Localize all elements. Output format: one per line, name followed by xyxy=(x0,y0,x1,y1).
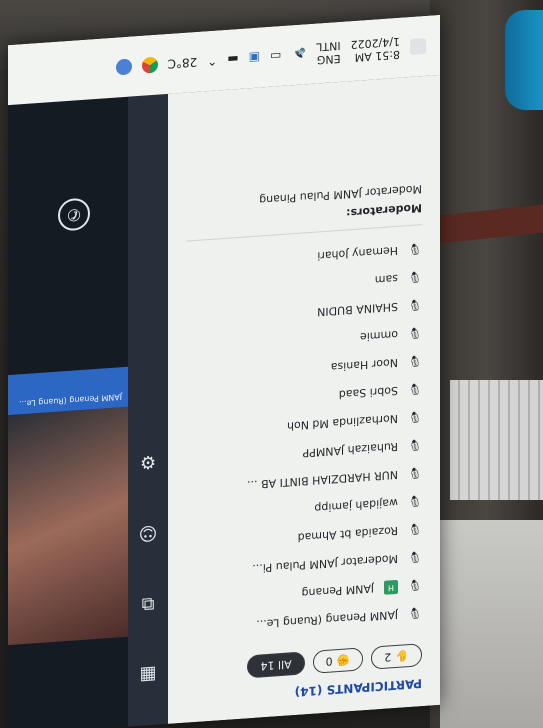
participant-name: JANM Penang xyxy=(301,582,374,601)
settings-icon[interactable]: ⚙ xyxy=(140,451,156,473)
mic-muted-icon: 🎙 xyxy=(408,606,422,621)
raised-hand-icon: ✋ xyxy=(395,649,409,664)
lang-sub-text: INTL xyxy=(316,38,341,54)
mic-icon: 🎙 xyxy=(408,578,422,593)
bluetooth-icon[interactable]: ▣ xyxy=(249,50,260,65)
volume-icon[interactable]: 🔈 xyxy=(291,47,306,62)
host-badge-icon: H xyxy=(384,579,398,595)
clock[interactable]: 8:51 AM 1/4/2022 xyxy=(351,35,400,65)
mic-muted-icon: 🎙 xyxy=(408,466,422,481)
mic-muted-icon: 🎙 xyxy=(408,326,422,341)
mic-muted-icon: 🎙 xyxy=(408,298,422,313)
chrome-icon[interactable] xyxy=(141,56,158,74)
mic-muted-icon: 🎙 xyxy=(408,270,422,285)
filter-hands[interactable]: ✊ 0 xyxy=(312,647,364,674)
participants-panel: PARTICIPANTS (14) ✋ 2 ✊ 0 All 14 🎙 JANM … xyxy=(168,74,440,724)
window-blinds xyxy=(450,380,543,500)
mic-muted-icon: 🎙 xyxy=(408,410,422,425)
layout-icon[interactable]: ▦ xyxy=(140,664,157,686)
filter-all[interactable]: All 14 xyxy=(247,651,305,679)
mic-muted-icon: 🎙 xyxy=(408,438,422,453)
floor xyxy=(440,520,543,728)
lang-text: ENG xyxy=(316,52,341,67)
participants-icon[interactable]: ☺ xyxy=(139,522,158,544)
video-area: JANM Penang (Ruang Le... ✆ xyxy=(8,96,128,728)
chevron-up-icon[interactable]: ⌃ xyxy=(207,53,217,68)
video-feed xyxy=(8,406,128,646)
battery-icon[interactable]: ▬ xyxy=(227,52,238,67)
video-label-bar: JANM Penang (Ruang Le... xyxy=(8,366,128,416)
filter-label: 0 xyxy=(325,654,333,668)
weather-temp[interactable]: 28°C xyxy=(168,55,198,71)
end-call-button[interactable]: ✆ xyxy=(58,197,90,232)
filter-label: 2 xyxy=(384,650,392,664)
hand-icon: ✊ xyxy=(336,653,351,668)
filter-label: All 14 xyxy=(260,657,292,673)
projected-screen: PARTICIPANTS (14) ✋ 2 ✊ 0 All 14 🎙 JANM … xyxy=(8,14,440,728)
mic-icon: 🎙 xyxy=(408,242,422,257)
mic-muted-icon: 🎙 xyxy=(408,494,422,509)
mic-muted-icon: 🎙 xyxy=(408,354,422,369)
meeting-window: PARTICIPANTS (14) ✋ 2 ✊ 0 All 14 🎙 JANM … xyxy=(8,74,440,728)
participants-header: PARTICIPANTS (14) xyxy=(294,676,422,700)
participant-list: 🎙 JANM Penang (Ruang Le... 🎙 H JANM Pena… xyxy=(186,235,422,644)
network-icon[interactable]: ▭ xyxy=(270,49,281,64)
participant-filters: ✋ 2 ✊ 0 All 14 xyxy=(186,643,422,683)
lamp xyxy=(505,10,543,110)
mic-muted-icon: 🎙 xyxy=(408,522,422,537)
filter-raised-hands[interactable]: ✋ 2 xyxy=(371,643,422,670)
app-icon[interactable] xyxy=(115,58,132,76)
notification-icon[interactable] xyxy=(410,37,426,55)
mic-muted-icon: 🎙 xyxy=(408,382,422,397)
side-toolbar: ▦ ⧉ ☺ ⚙ xyxy=(128,93,168,727)
share-icon[interactable]: ⧉ xyxy=(142,593,155,615)
mic-muted-icon: 🎙 xyxy=(408,550,422,565)
language-indicator[interactable]: ENG INTL xyxy=(316,39,340,67)
